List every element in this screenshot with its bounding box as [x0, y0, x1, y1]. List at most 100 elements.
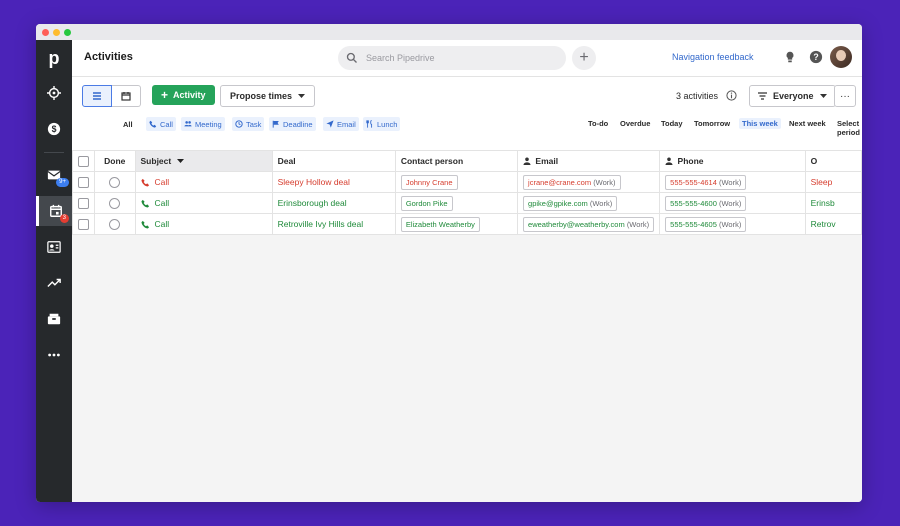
- search-input[interactable]: [364, 52, 558, 64]
- period-tomorrow[interactable]: Tomorrow: [694, 119, 730, 128]
- column-deal[interactable]: Deal: [271, 150, 396, 172]
- done-cell[interactable]: [94, 171, 136, 193]
- search-box[interactable]: [338, 46, 566, 70]
- email-chip[interactable]: gpike@gpike.com (Work): [523, 195, 618, 211]
- done-cell[interactable]: [94, 192, 136, 214]
- sidebar-item-products[interactable]: [36, 304, 72, 334]
- select-all-checkbox[interactable]: [78, 155, 89, 167]
- filter-meeting[interactable]: Meeting: [181, 117, 225, 131]
- period-overdue[interactable]: Overdue: [620, 119, 650, 128]
- table-row[interactable]: Call Retroville Ivy Hills deal Elizabeth…: [72, 213, 862, 235]
- column-extra[interactable]: O: [804, 150, 862, 172]
- sidebar-item-leads[interactable]: [36, 78, 72, 108]
- period-next-week[interactable]: Next week: [789, 119, 826, 128]
- view-toggle: [82, 85, 141, 107]
- info-icon[interactable]: [726, 90, 737, 101]
- done-radio[interactable]: [109, 218, 121, 230]
- contact-cell[interactable]: Elizabeth Weatherby: [394, 213, 519, 235]
- row-select-cell[interactable]: [72, 192, 95, 214]
- phone-value: 555-555-4600: [670, 198, 717, 208]
- sidebar-item-activities[interactable]: 3: [36, 196, 72, 226]
- contact-chip[interactable]: Elizabeth Weatherby: [400, 216, 480, 232]
- column-contact-person[interactable]: Contact person: [394, 150, 519, 172]
- period-select[interactable]: Select period: [837, 119, 862, 137]
- sidebar-item-insights[interactable]: [36, 268, 72, 298]
- done-cell[interactable]: [94, 213, 136, 235]
- filter-task[interactable]: Task: [232, 117, 265, 131]
- contact-chip[interactable]: Johnny Crane: [400, 174, 458, 190]
- row-checkbox[interactable]: [78, 218, 89, 230]
- extra-cell[interactable]: Erinsb: [804, 192, 862, 214]
- row-checkbox[interactable]: [78, 176, 89, 188]
- phone-chip[interactable]: 555-555-4605 (Work): [665, 216, 747, 232]
- sidebar-item-deals[interactable]: $: [36, 114, 72, 144]
- subject-link[interactable]: Call: [140, 198, 267, 208]
- email-chip[interactable]: eweatherby@weatherby.com (Work): [523, 216, 655, 232]
- user-avatar[interactable]: [830, 46, 852, 68]
- help-icon[interactable]: ?: [809, 50, 823, 64]
- table-row[interactable]: Call Erinsborough deal Gordon Pike gpike…: [72, 192, 862, 214]
- email-cell[interactable]: jcrane@crane.com (Work): [517, 171, 661, 193]
- period-todo[interactable]: To-do: [588, 119, 608, 128]
- filter-task-label: Task: [246, 119, 262, 129]
- column-done[interactable]: Done: [94, 150, 136, 172]
- filter-call[interactable]: Call: [146, 117, 176, 131]
- email-chip[interactable]: jcrane@crane.com (Work): [523, 174, 621, 190]
- quick-add-button[interactable]: +: [572, 46, 596, 70]
- deal-cell[interactable]: Retroville Ivy Hills deal: [271, 213, 396, 235]
- minimize-window-icon[interactable]: [53, 29, 60, 36]
- subject-link[interactable]: Call: [140, 177, 267, 187]
- sidebar-item-more[interactable]: [36, 340, 72, 370]
- sidebar-item-mail[interactable]: 9+: [36, 160, 72, 190]
- row-checkbox[interactable]: [78, 197, 89, 209]
- row-select-cell[interactable]: [72, 171, 95, 193]
- contact-chip[interactable]: Gordon Pike: [400, 195, 453, 211]
- select-all-cell[interactable]: [72, 150, 95, 172]
- filter-lunch[interactable]: Lunch: [363, 117, 401, 131]
- phone-chip[interactable]: 555-555-4614 (Work): [665, 174, 747, 190]
- list-view-button[interactable]: [82, 85, 112, 107]
- subject-cell[interactable]: Call: [134, 171, 273, 193]
- subject-cell[interactable]: Call: [134, 213, 273, 235]
- filter-deadline[interactable]: Deadline: [269, 117, 316, 131]
- email-cell[interactable]: eweatherby@weatherby.com (Work): [517, 213, 661, 235]
- owner-filter-button[interactable]: Everyone: [749, 85, 836, 107]
- email-cell[interactable]: gpike@gpike.com (Work): [517, 192, 661, 214]
- deal-cell[interactable]: Erinsborough deal: [271, 192, 396, 214]
- contact-cell[interactable]: Gordon Pike: [394, 192, 519, 214]
- pipedrive-logo[interactable]: p: [36, 40, 72, 76]
- column-phone[interactable]: Phone: [659, 150, 806, 172]
- add-activity-button[interactable]: + Activity: [152, 85, 215, 105]
- period-today[interactable]: Today: [661, 119, 683, 128]
- phone-type: (Work): [718, 177, 742, 187]
- contact-cell[interactable]: Johnny Crane: [394, 171, 519, 193]
- sidebar-item-contacts[interactable]: [36, 232, 72, 262]
- column-email[interactable]: Email: [517, 150, 661, 172]
- propose-times-button[interactable]: Propose times: [220, 85, 316, 107]
- phone-cell[interactable]: 555-555-4614 (Work): [659, 171, 806, 193]
- email-type: (Work): [589, 198, 613, 208]
- activities-badge: 3: [59, 214, 69, 223]
- subject-cell[interactable]: Call: [134, 192, 273, 214]
- phone-cell[interactable]: 555-555-4605 (Work): [659, 213, 806, 235]
- extra-cell[interactable]: Sleep: [804, 171, 862, 193]
- period-this-week[interactable]: This week: [739, 118, 781, 129]
- navigation-feedback-link[interactable]: Navigation feedback: [672, 52, 754, 62]
- maximize-window-icon[interactable]: [64, 29, 71, 36]
- done-radio[interactable]: [109, 176, 121, 188]
- more-options-button[interactable]: ···: [834, 85, 856, 107]
- lightbulb-icon[interactable]: [783, 50, 797, 64]
- phone-chip[interactable]: 555-555-4600 (Work): [665, 195, 747, 211]
- row-select-cell[interactable]: [72, 213, 95, 235]
- deal-cell[interactable]: Sleepy Hollow deal: [271, 171, 396, 193]
- subject-link[interactable]: Call: [140, 219, 267, 229]
- calendar-view-button[interactable]: [112, 85, 141, 107]
- filter-all[interactable]: All: [120, 117, 136, 131]
- close-window-icon[interactable]: [42, 29, 49, 36]
- column-subject[interactable]: Subject: [134, 150, 273, 172]
- extra-cell[interactable]: Retrov: [804, 213, 862, 235]
- filter-email[interactable]: Email: [323, 117, 359, 131]
- phone-cell[interactable]: 555-555-4600 (Work): [659, 192, 806, 214]
- done-radio[interactable]: [109, 197, 121, 209]
- table-row[interactable]: Call Sleepy Hollow deal Johnny Crane jcr…: [72, 171, 862, 193]
